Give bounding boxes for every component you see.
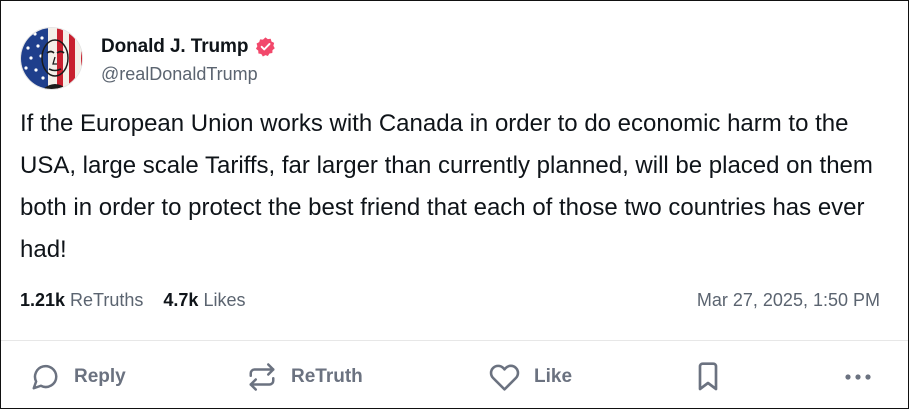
heart-icon [489,362,520,393]
avatar[interactable] [20,26,83,90]
author-names: Donald J. Trump @realDonaldTrump [101,32,276,85]
bookmark-button[interactable] [694,359,722,395]
repost-arrows-icon [247,362,277,392]
bookmark-icon [694,361,722,393]
divider [1,340,908,341]
post-header: Donald J. Trump @realDonaldTrump [20,26,276,90]
chat-bubble-icon [30,362,60,392]
avatar-image [21,27,82,89]
like-label: Like [534,366,573,387]
reply-label: Reply [74,366,126,387]
verified-badge-icon [255,36,276,57]
like-button[interactable]: Like [489,359,572,395]
reply-button[interactable]: Reply [30,359,126,395]
likes-stat[interactable]: 4.7k Likes [163,290,245,311]
likes-count: 4.7k [163,289,199,310]
retruths-stat[interactable]: 1.21k ReTruths [20,290,143,311]
author-handle[interactable]: @realDonaldTrump [101,64,276,85]
retruths-label: ReTruths [70,289,144,310]
retruths-count: 1.21k [20,289,66,310]
author-display-name[interactable]: Donald J. Trump [101,36,248,58]
more-options-button[interactable] [842,359,874,395]
ellipsis-icon [842,371,874,383]
name-row: Donald J. Trump [101,32,276,62]
retruth-label: ReTruth [291,366,363,387]
post-body-text: If the European Union works with Canada … [20,110,873,263]
post-card: Donald J. Trump @realDonaldTrump If the … [0,0,909,409]
likes-label: Likes [203,289,246,310]
post-timestamp[interactable]: Mar 27, 2025, 1:50 PM [697,286,880,314]
post-stats: 1.21k ReTruths 4.7k Likes [20,286,245,314]
retruth-button[interactable]: ReTruth [247,359,363,395]
